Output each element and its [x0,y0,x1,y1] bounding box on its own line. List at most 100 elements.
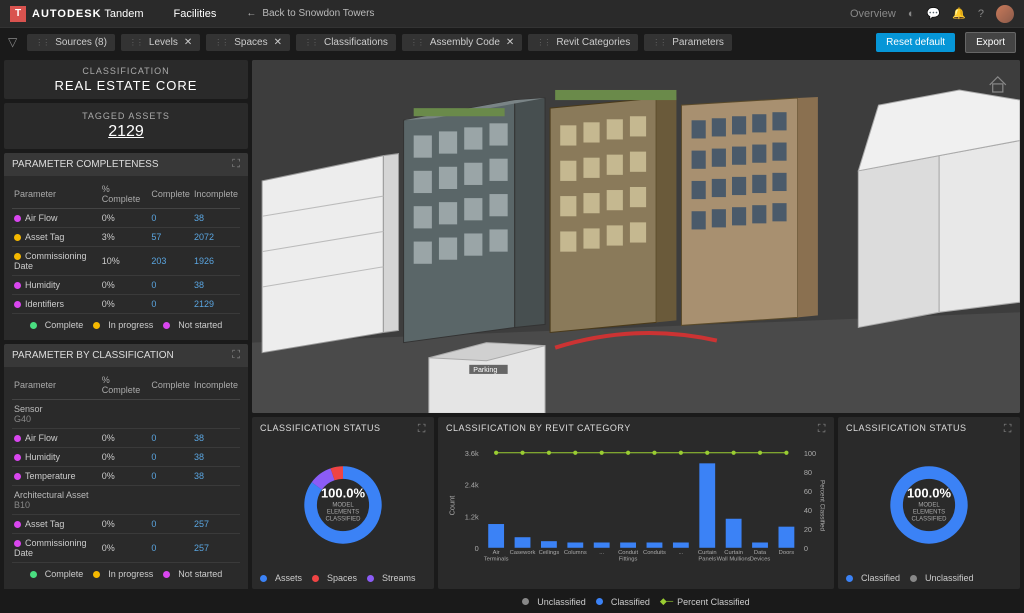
col-complete: Complete [149,371,192,400]
svg-text:Parking: Parking [473,367,497,374]
grip-icon: ⋮⋮ [652,38,666,47]
legend-notstarted: Not started [178,320,222,330]
tagged-label: TAGGED ASSETS [4,111,248,121]
donut-sublabel: MODEL ELEMENTS CLASSIFIED [907,502,952,524]
back-link-label: Back to Snowdon Towers [262,8,374,19]
popout-icon[interactable]: ⛶ [232,158,240,171]
bar-legend: Unclassified Classified ◆─Percent Classi… [438,590,834,613]
svg-text:DataDevices: DataDevices [750,550,771,562]
filter-chip[interactable]: ⋮⋮ Sources (8) [27,34,115,51]
logo-icon: T [10,6,26,22]
filter-chip[interactable]: ⋮⋮Spaces✕ [206,34,290,51]
svg-text:0: 0 [475,544,479,553]
classification-title: REAL ESTATE CORE [4,78,248,93]
filter-chip[interactable]: ⋮⋮Levels✕ [121,34,200,51]
bell-icon[interactable]: 🔔 [952,7,966,20]
table-row[interactable]: Identifiers0%02129 [12,295,240,314]
filter-chip[interactable]: ⋮⋮Classifications [296,34,396,51]
classification-by-revit-panel: CLASSIFICATION BY REVIT CATEGORY ⛶ 01.2k… [438,417,834,589]
chip-label: Revit Categories [556,37,630,48]
donut-chart: 100.0% MODEL ELEMENTS CLASSIFIED [884,460,974,550]
nav-facilities[interactable]: Facilities [174,8,217,20]
parameter-by-classification-panel: PARAMETER BY CLASSIFICATION ⛶ Parameter … [4,344,248,589]
svg-text:20: 20 [804,525,812,534]
classification-label: CLASSIFICATION [4,66,248,76]
table-row[interactable]: Asset Tag0%0257 [12,515,240,534]
table-row[interactable]: Air Flow0%038 [12,429,240,448]
help-icon[interactable]: ? [978,8,984,20]
legend-inprogress: In progress [108,569,153,579]
legend-complete: Complete [45,569,84,579]
table-row[interactable]: Air Flow0%038 [12,209,240,228]
popout-icon[interactable]: ⛶ [232,349,240,362]
table-row[interactable]: Commissioning Date0%0257 [12,534,240,563]
panel-title: PARAMETER COMPLETENESS [12,159,159,170]
filter-chip[interactable]: ⋮⋮Revit Categories [528,34,638,51]
filter-icon[interactable]: ▽ [8,35,17,49]
theme-icon[interactable]: ◐ [908,8,915,20]
close-icon[interactable]: ✕ [274,37,282,48]
filter-chip[interactable]: ⋮⋮ Assembly Code ✕ [402,34,522,51]
legend-percent: Percent Classified [677,597,750,607]
svg-text:CurtainPanels: CurtainPanels [698,550,717,562]
export-button[interactable]: Export [965,32,1016,53]
chat-icon[interactable]: 💬 [926,7,940,20]
donut-percent: 100.0% [907,485,952,500]
grip-icon: ⋮⋮ [129,38,143,47]
brand: AUTODESK Tandem [32,8,144,20]
legend-inprogress: In progress [108,320,153,330]
donut-legend: Classified Unclassified [838,567,1020,589]
arrow-left-icon: ← [246,8,256,19]
grip-icon: ⋮⋮ [35,38,49,47]
chip-label: Sources (8) [55,37,107,48]
svg-text:Conduits: Conduits [643,550,666,556]
reset-button[interactable]: Reset default [876,33,955,52]
table-row[interactable]: Commissioning Date10%2031926 [12,247,240,276]
filter-chip[interactable]: ⋮⋮Parameters [644,34,732,51]
legend-streams: Streams [382,573,416,583]
grip-icon: ⋮⋮ [214,38,228,47]
donut-percent: 100.0% [321,485,366,500]
avatar[interactable] [996,5,1014,23]
back-link[interactable]: ← Back to Snowdon Towers [246,8,374,19]
legend-unclassified: Unclassified [925,573,974,583]
table-row[interactable]: Humidity0%038 [12,276,240,295]
sidebar: CLASSIFICATION REAL ESTATE CORE TAGGED A… [0,56,252,593]
close-icon[interactable]: ✕ [184,37,192,48]
svg-text:100: 100 [804,449,816,458]
svg-text:Casework: Casework [510,550,536,556]
col-parameter: Parameter [12,371,100,400]
col-complete: Complete [149,180,192,209]
status-legend: Complete In progress Not started [12,314,240,332]
svg-text:Columns: Columns [564,550,587,556]
svg-text:...: ... [599,550,604,556]
popout-icon[interactable]: ⛶ [1004,423,1012,436]
svg-text:2.4k: 2.4k [465,481,479,490]
legend-unclassified: Unclassified [537,597,586,607]
panel-title: CLASSIFICATION STATUS [260,423,381,436]
popout-icon[interactable]: ⛶ [418,423,426,436]
classification-card: CLASSIFICATION REAL ESTATE CORE [4,60,248,99]
chip-label: Assembly Code [430,37,500,48]
3d-viewer[interactable]: Parking [252,60,1020,413]
nav-overview[interactable]: Overview [850,8,896,20]
popout-icon[interactable]: ⛶ [818,423,826,436]
tagged-value[interactable]: 2129 [4,123,248,141]
table-row[interactable]: Asset Tag3%572072 [12,228,240,247]
classification-status-panel: CLASSIFICATION STATUS ⛶ 100.0% MOD [252,417,434,589]
table-row[interactable]: Temperature0%038 [12,467,240,486]
svg-text:80: 80 [804,468,812,477]
svg-text:0: 0 [804,544,808,553]
svg-text:3.6k: 3.6k [465,449,479,458]
close-icon[interactable]: ✕ [506,37,514,48]
svg-text:60: 60 [804,487,812,496]
filter-bar: ▽ ⋮⋮ Sources (8) ⋮⋮Levels✕ ⋮⋮Spaces✕ ⋮⋮Class… [0,28,1024,56]
legend-notstarted: Not started [178,569,222,579]
legend-classified: Classified [611,597,650,607]
table-row[interactable]: Humidity0%038 [12,448,240,467]
svg-text:...: ... [678,550,683,556]
col-pct: % Complete [100,180,150,209]
donut-chart: 100.0% MODEL ELEMENTS CLASSIFIED [298,460,388,550]
grip-icon: ⋮⋮ [410,38,424,47]
grip-icon: ⋮⋮ [304,38,318,47]
